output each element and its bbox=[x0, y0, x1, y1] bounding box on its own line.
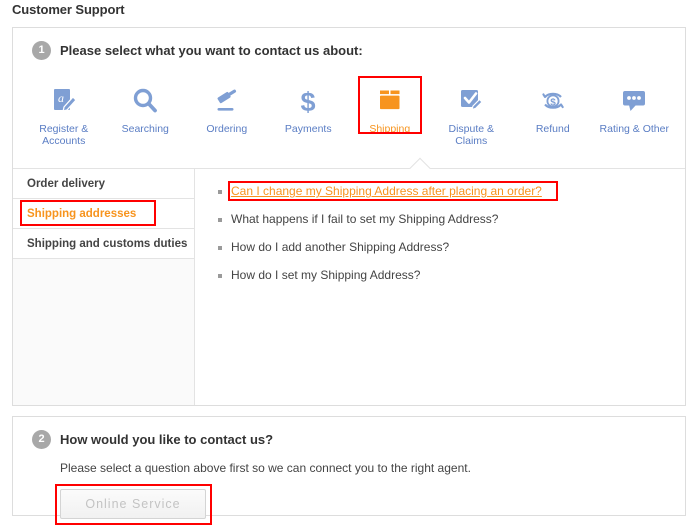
sidebar-item-label: Shipping and customs duties bbox=[27, 237, 188, 250]
checklist-pencil-icon bbox=[454, 84, 488, 118]
topic-sidebar: Order delivery Shipping addresses Shippi… bbox=[13, 169, 195, 405]
svg-text:$: $ bbox=[550, 97, 556, 108]
bullet-icon bbox=[218, 190, 222, 194]
sidebar-item-label: Order delivery bbox=[27, 177, 105, 190]
sidebar-item-label: Shipping addresses bbox=[27, 207, 137, 220]
category-ordering[interactable]: Ordering bbox=[186, 74, 268, 147]
step2-note: Please select a question above first so … bbox=[60, 461, 471, 475]
category-label: Rating & Other bbox=[599, 123, 669, 135]
step1-heading: 1 Please select what you want to contact… bbox=[32, 41, 363, 60]
category-dispute-claims[interactable]: Dispute & Claims bbox=[431, 74, 513, 147]
step2-panel: 2 How would you like to contact us? Plea… bbox=[12, 416, 686, 525]
question-link[interactable]: What happens if I fail to set my Shippin… bbox=[231, 211, 498, 227]
online-service-button[interactable]: Online Service bbox=[60, 489, 206, 519]
step2-badge: 2 bbox=[32, 430, 51, 449]
step2-title: How would you like to contact us? bbox=[60, 432, 274, 447]
bullet-icon bbox=[218, 218, 222, 222]
online-service-button-wrap: Online Service bbox=[55, 484, 212, 525]
step1-title: Please select what you want to contact u… bbox=[60, 43, 363, 58]
question-item[interactable]: What happens if I fail to set my Shippin… bbox=[218, 211, 685, 227]
category-register-accounts[interactable]: a Register & Accounts bbox=[23, 74, 105, 147]
gavel-icon bbox=[210, 84, 244, 118]
dollar-icon: $ bbox=[291, 84, 325, 118]
category-rating-other[interactable]: Rating & Other bbox=[594, 74, 676, 147]
category-label: Register & Accounts bbox=[39, 123, 89, 147]
register-accounts-icon: a bbox=[47, 84, 81, 118]
category-label: Shipping bbox=[369, 123, 411, 135]
question-link[interactable]: How do I set my Shipping Address? bbox=[231, 267, 420, 283]
question-item[interactable]: How do I set my Shipping Address? bbox=[218, 267, 685, 283]
bullet-icon bbox=[218, 274, 222, 278]
step1-panel: 1 Please select what you want to contact… bbox=[12, 27, 686, 406]
sidebar-empty-area bbox=[13, 259, 194, 405]
category-label: Searching bbox=[121, 123, 169, 135]
bullet-icon bbox=[218, 246, 222, 250]
category-refund[interactable]: $ Refund bbox=[512, 74, 594, 147]
topic-body: Order delivery Shipping addresses Shippi… bbox=[13, 169, 685, 405]
sidebar-item-order-delivery[interactable]: Order delivery bbox=[13, 169, 194, 199]
search-icon bbox=[128, 84, 162, 118]
category-label: Payments bbox=[284, 123, 332, 135]
sidebar-item-shipping-addresses[interactable]: Shipping addresses bbox=[13, 199, 194, 229]
question-item[interactable]: How do I add another Shipping Address? bbox=[218, 239, 685, 255]
category-label: Refund bbox=[535, 123, 570, 135]
category-label: Dispute & Claims bbox=[448, 123, 495, 147]
chat-bubble-icon bbox=[617, 84, 651, 118]
category-label: Ordering bbox=[206, 123, 248, 135]
page-title: Customer Support bbox=[12, 2, 125, 17]
question-list: Can I change my Shipping Address after p… bbox=[195, 169, 685, 405]
category-strip: a Register & Accounts Searching Ordering… bbox=[13, 74, 685, 147]
selected-category-caret bbox=[409, 157, 431, 169]
category-searching[interactable]: Searching bbox=[105, 74, 187, 147]
svg-text:$: $ bbox=[301, 87, 316, 116]
category-payments[interactable]: $ Payments bbox=[268, 74, 350, 147]
step1-badge: 1 bbox=[32, 41, 51, 60]
category-shipping[interactable]: Shipping bbox=[349, 74, 431, 147]
package-box-icon bbox=[373, 84, 407, 118]
question-item[interactable]: Can I change my Shipping Address after p… bbox=[218, 181, 685, 201]
svg-text:a: a bbox=[58, 91, 64, 105]
step2-heading: 2 How would you like to contact us? bbox=[32, 430, 273, 449]
question-link[interactable]: How do I add another Shipping Address? bbox=[231, 239, 449, 255]
sidebar-item-shipping-customs-duties[interactable]: Shipping and customs duties bbox=[13, 229, 194, 259]
question-link[interactable]: Can I change my Shipping Address after p… bbox=[231, 183, 542, 199]
refund-circle-dollar-icon: $ bbox=[536, 84, 570, 118]
